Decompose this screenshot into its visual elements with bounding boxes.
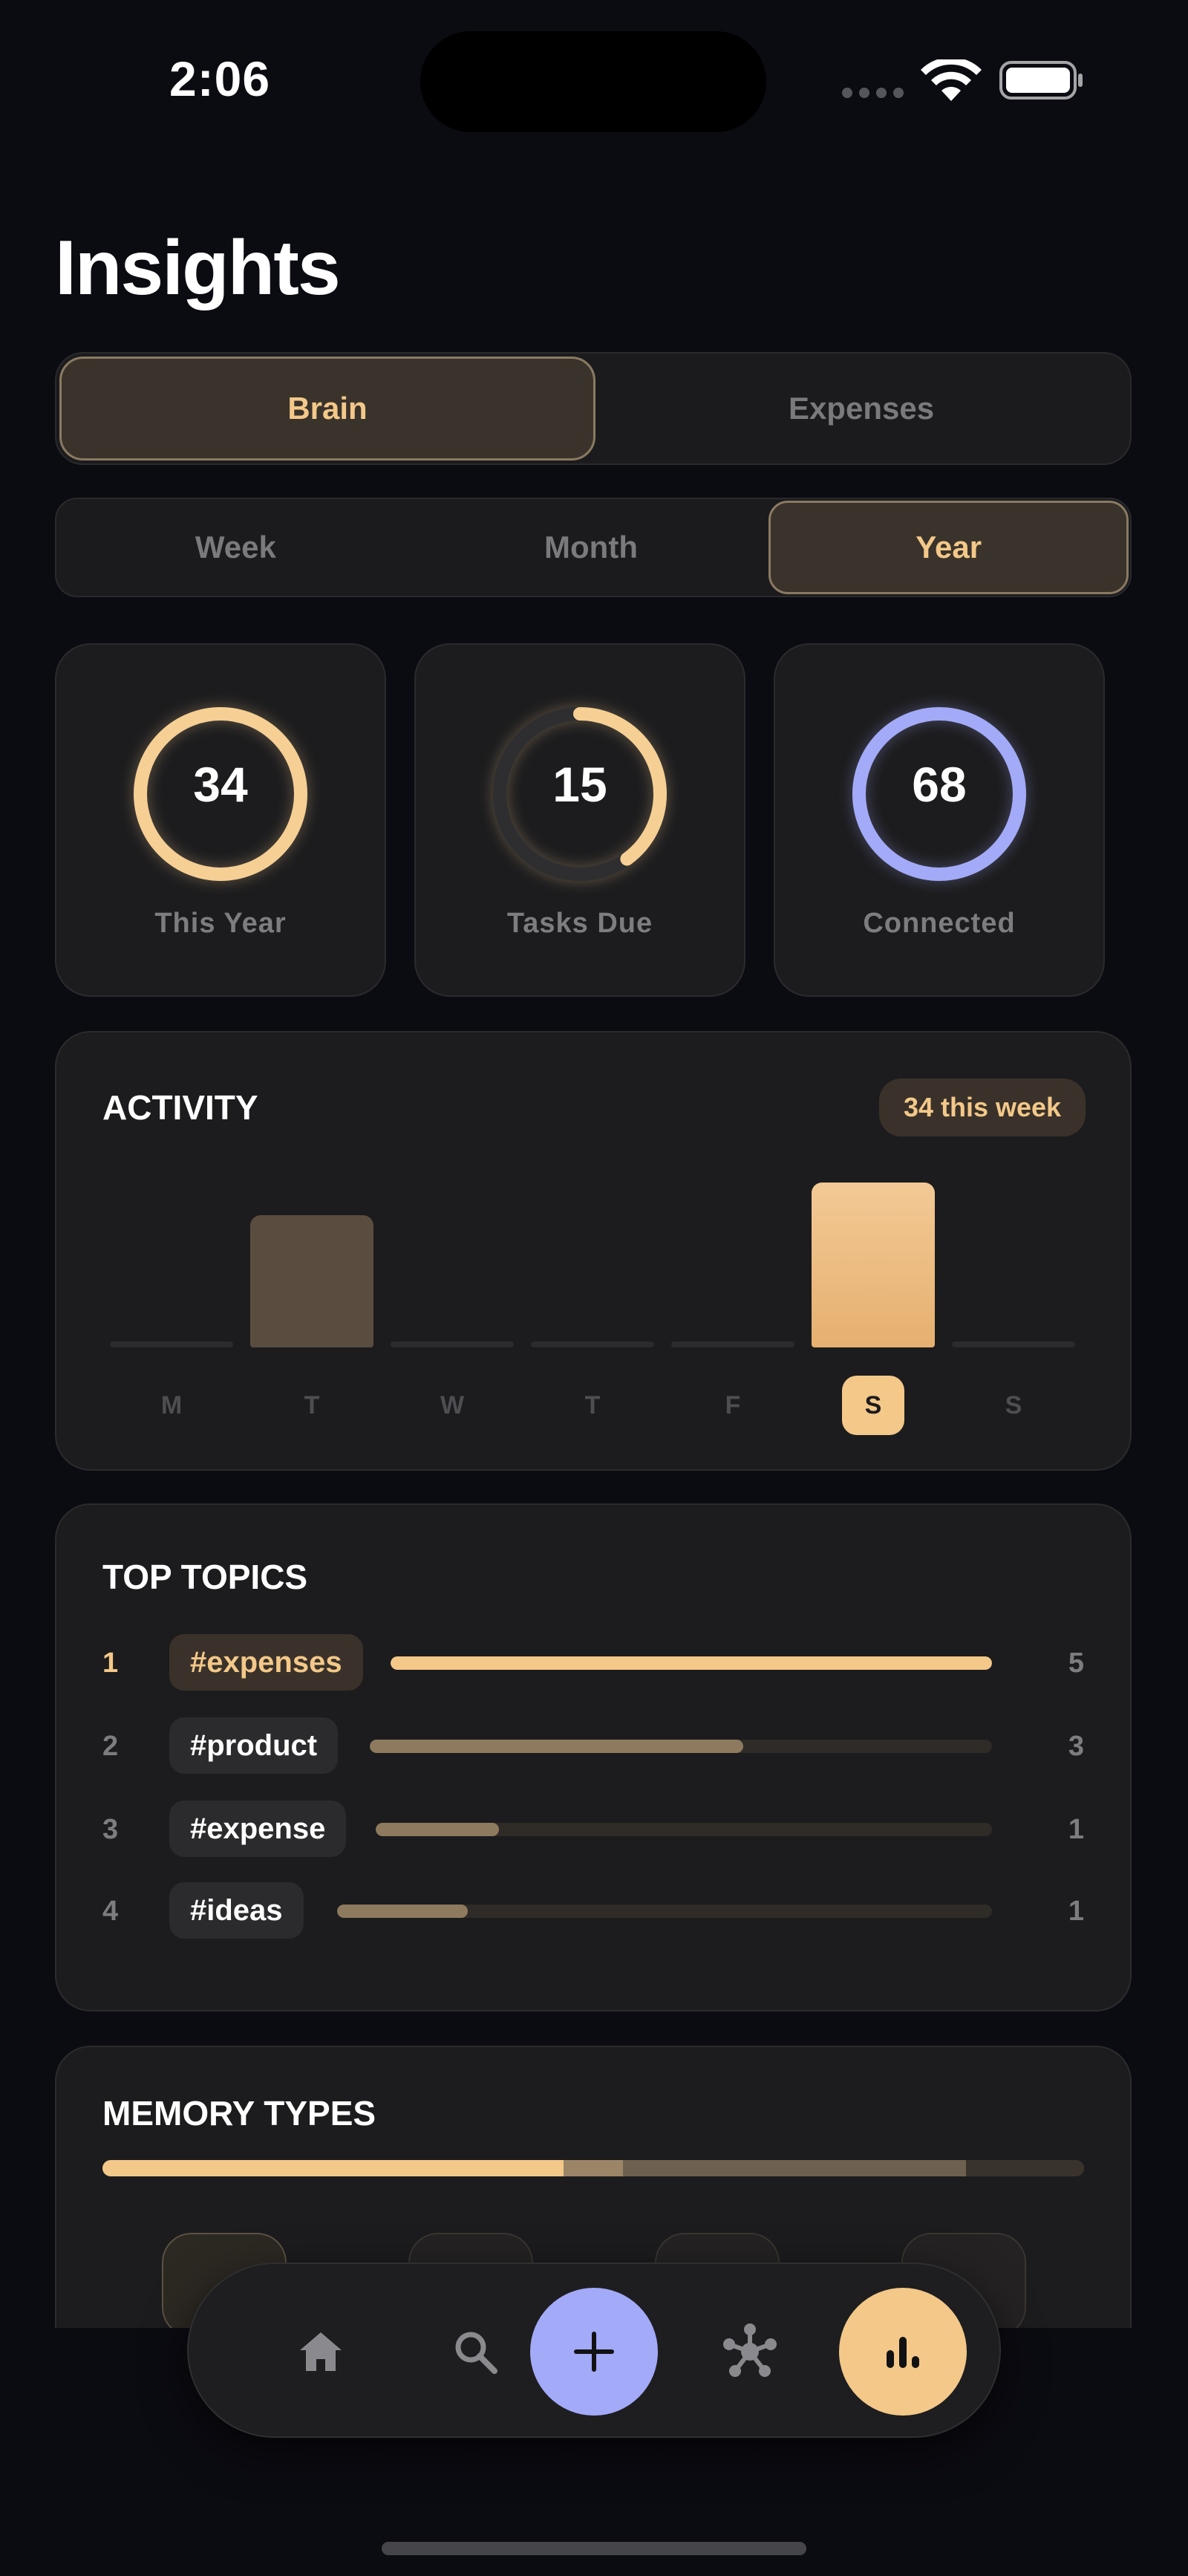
activity-card: ACTIVITY 34 this week M T W T F S S: [55, 1031, 1132, 1471]
memory-segment: [966, 2160, 1084, 2176]
stat-label: Tasks Due: [506, 908, 653, 939]
day-label: W: [440, 1391, 465, 1419]
nav-home[interactable]: [257, 2288, 385, 2416]
memory-segment: [622, 2160, 967, 2176]
activity-baseline: [671, 1341, 794, 1347]
memory-segment: [102, 2160, 564, 2176]
topic-row[interactable]: 2 #product 3: [102, 1717, 1084, 1777]
tab-brain[interactable]: Brain: [59, 357, 595, 461]
stat-value: 68: [912, 757, 967, 812]
day-label: S: [1005, 1391, 1022, 1419]
activity-baseline: [531, 1341, 654, 1347]
dynamic-island: [420, 31, 766, 132]
topic-count: 1: [1068, 1814, 1084, 1845]
tab-expenses[interactable]: Expenses: [595, 357, 1127, 461]
topic-bar: [370, 1740, 992, 1753]
period-week[interactable]: Week: [58, 501, 414, 594]
topics-title: TOP TOPICS: [102, 1558, 308, 1596]
topic-row[interactable]: 3 #expense 1: [102, 1801, 1084, 1860]
topic-bar: [376, 1823, 992, 1836]
topic-count: 5: [1068, 1648, 1084, 1679]
day-label: S: [842, 1376, 904, 1435]
topic-row[interactable]: 4 #ideas 1: [102, 1882, 1084, 1942]
topic-tag[interactable]: #ideas: [169, 1882, 304, 1939]
topic-row[interactable]: 1 #expenses 5: [102, 1634, 1084, 1694]
nav-insights[interactable]: [839, 2288, 967, 2416]
day-label: T: [304, 1391, 320, 1419]
day-label: F: [725, 1391, 741, 1419]
mode-segmented-control: Brain Expenses: [55, 352, 1132, 465]
activity-bar: [250, 1215, 373, 1347]
topic-count: 3: [1068, 1731, 1084, 1762]
plus-icon: [574, 2332, 614, 2372]
page-title: Insights: [55, 225, 341, 311]
search-icon: [455, 2332, 497, 2374]
memory-segment: [564, 2160, 623, 2176]
topic-rank: 4: [102, 1896, 119, 1927]
home-indicator: [382, 2542, 806, 2555]
status-time: 2:06: [169, 51, 271, 106]
activity-bar: [812, 1183, 935, 1347]
nav-search[interactable]: [411, 2288, 539, 2416]
day-label: T: [584, 1391, 601, 1419]
period-month[interactable]: Month: [414, 501, 769, 594]
topic-rank: 2: [102, 1731, 119, 1762]
stat-card-this-year[interactable]: 34 This Year: [55, 643, 386, 997]
home-icon: [300, 2332, 342, 2371]
topic-tag[interactable]: #expense: [169, 1801, 347, 1857]
stat-value: 15: [552, 757, 607, 812]
stat-label: Connected: [863, 908, 1016, 939]
activity-title: ACTIVITY: [102, 1088, 258, 1127]
topic-count: 1: [1068, 1896, 1084, 1927]
activity-baseline: [391, 1341, 514, 1347]
topic-bar: [337, 1905, 992, 1918]
memory-title: MEMORY TYPES: [102, 2094, 376, 2133]
stat-label: This Year: [154, 908, 287, 939]
period-segmented-control: Week Month Year: [55, 498, 1132, 597]
stat-card-tasks-due[interactable]: 15 Tasks Due: [414, 643, 745, 997]
signal-icon: [842, 88, 904, 98]
activity-baseline: [952, 1341, 1075, 1347]
graph-icon: [723, 2323, 777, 2377]
topic-tag[interactable]: #expenses: [169, 1634, 363, 1691]
activity-baseline: [110, 1341, 233, 1347]
day-label: M: [160, 1391, 183, 1419]
nav-graph[interactable]: [686, 2288, 814, 2416]
topic-rank: 3: [102, 1814, 119, 1845]
battery-icon: [999, 61, 1083, 100]
add-button[interactable]: [530, 2288, 658, 2416]
top-topics-card: TOP TOPICS 1 #expenses 5 2 #product 3 3 …: [55, 1503, 1132, 2011]
stat-value: 34: [193, 757, 248, 812]
period-year[interactable]: Year: [768, 501, 1129, 594]
activity-badge: 34 this week: [879, 1079, 1086, 1136]
topic-bar: [391, 1656, 992, 1670]
memory-distribution-bar: [102, 2160, 1084, 2176]
stat-card-connected[interactable]: 68 Connected: [774, 643, 1105, 997]
topic-rank: 1: [102, 1648, 119, 1679]
wifi-icon: [921, 59, 982, 101]
bottom-nav: [187, 2263, 1001, 2438]
chart-icon: [887, 2337, 919, 2368]
topic-tag[interactable]: #product: [169, 1717, 339, 1774]
